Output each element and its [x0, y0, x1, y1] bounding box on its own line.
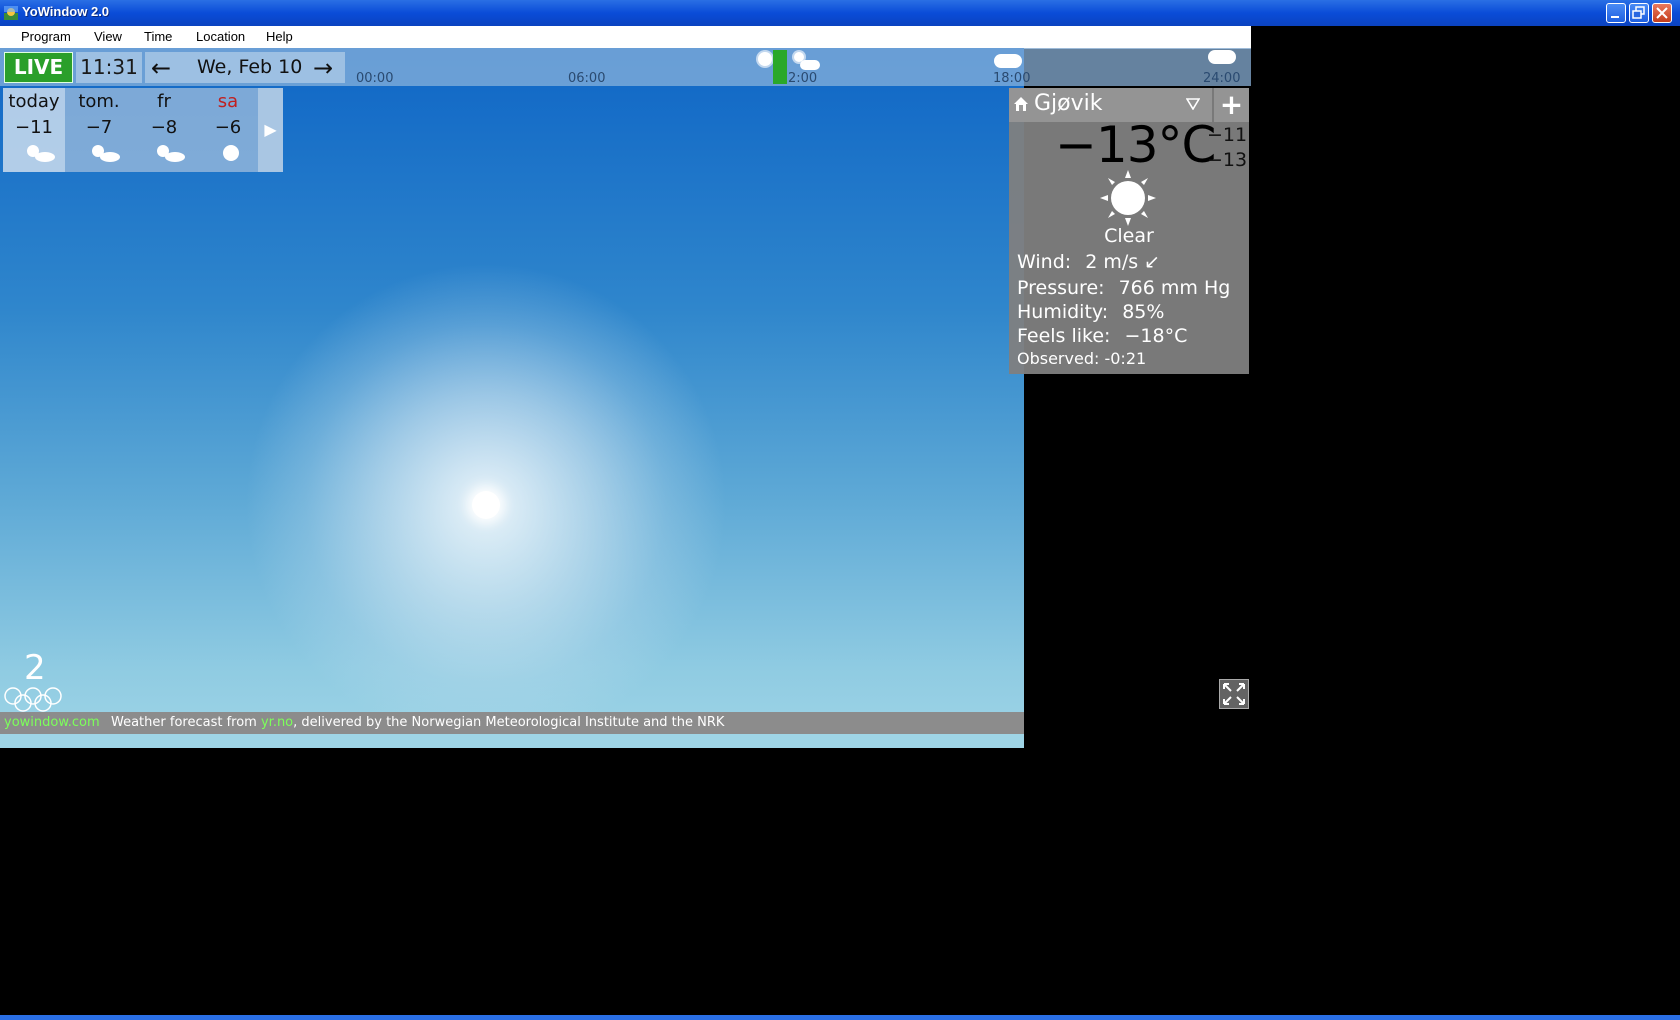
forecast-day-name: sa: [217, 91, 239, 112]
wind-label: Wind:: [1017, 251, 1072, 273]
menu-program[interactable]: Program: [21, 29, 71, 44]
humidity-label: Humidity:: [1017, 301, 1109, 323]
fullscreen-button[interactable]: [1219, 679, 1249, 709]
taskbar-edge: [0, 1015, 1680, 1020]
restore-icon: [1632, 6, 1645, 19]
window-title: YoWindow 2.0: [22, 4, 110, 19]
menu-location[interactable]: Location: [196, 29, 245, 44]
prev-day-arrow-icon[interactable]: ←: [151, 54, 171, 82]
sun-icon: [472, 491, 500, 519]
close-icon: [1656, 7, 1668, 19]
chevron-down-icon[interactable]: [1186, 98, 1200, 110]
wind-row: Wind: 2 m/s ↙: [1017, 251, 1160, 273]
minimize-button[interactable]: [1606, 3, 1626, 23]
menu-time[interactable]: Time: [144, 29, 172, 44]
timeline-tick: 18:00: [993, 71, 1031, 86]
date-label: We, Feb 10: [197, 56, 303, 78]
timeline-tick: 06:00: [568, 71, 606, 86]
restore-button[interactable]: [1629, 3, 1649, 23]
minimize-icon: [1611, 16, 1619, 18]
sun-cloud-icon: [157, 145, 185, 162]
olympic-badge[interactable]: 2: [2, 648, 64, 712]
weather-condition: Clear: [1104, 225, 1154, 247]
humidity-row: Humidity: 85%: [1017, 301, 1164, 323]
forecast-day-today[interactable]: today −11: [3, 88, 65, 172]
forecast-day-name: today: [8, 91, 60, 112]
forecast-day-temp: −11: [15, 117, 53, 138]
forecast-day-temp: −6: [214, 117, 242, 138]
footer-strip: [0, 734, 1024, 748]
forecast-next-button[interactable]: ▶: [258, 88, 283, 172]
forecast-day-saturday[interactable]: sa −6: [197, 88, 259, 172]
timeline-cloud-icon: [800, 60, 820, 70]
timeline-tick: 2:00: [788, 71, 818, 86]
current-temperature: −13°C: [1055, 116, 1216, 174]
forecast-day-temp: −7: [85, 117, 113, 138]
timeline-tick: 00:00: [356, 71, 394, 86]
live-button[interactable]: LIVE: [4, 52, 73, 83]
home-icon: [1014, 97, 1028, 111]
forecast-day-name: fr: [157, 91, 171, 112]
forecast-day-name: tom.: [78, 91, 120, 112]
footer-prefix: Weather forecast from: [111, 715, 261, 730]
next-day-arrow-icon[interactable]: →: [313, 54, 333, 82]
sun-cloud-icon: [92, 145, 120, 162]
pressure-value: 766 mm Hg: [1118, 277, 1231, 299]
sun-cloud-icon: [27, 145, 55, 162]
feels-like-value: −18°C: [1124, 325, 1188, 347]
close-button[interactable]: [1652, 3, 1672, 23]
menu-bar: Program View Time Location Help: [0, 26, 1251, 49]
timeline-cursor[interactable]: [773, 50, 787, 84]
low-temperature: −13: [1207, 149, 1248, 171]
pressure-row: Pressure: 766 mm Hg: [1017, 277, 1230, 299]
feels-like-label: Feels like:: [1017, 325, 1111, 347]
wind-value: 2 m/s ↙: [1085, 251, 1161, 273]
window-title-bar: YoWindow 2.0: [0, 0, 1680, 26]
current-time: 11:31: [76, 52, 142, 83]
olympic-number: 2: [24, 648, 46, 688]
menu-view[interactable]: View: [94, 29, 122, 44]
olympic-rings-icon: [4, 687, 62, 712]
yowindow-link[interactable]: yowindow.com: [4, 715, 100, 730]
observed-label: Observed:: [1017, 349, 1100, 368]
humidity-value: 85%: [1122, 301, 1165, 323]
timeline-tick: 24:00: [1203, 71, 1241, 86]
timeline-cloud-icon: [994, 54, 1022, 68]
sun-icon: [1100, 170, 1156, 226]
observed-value: -0:21: [1104, 349, 1147, 368]
observed-row: Observed: -0:21: [1017, 349, 1146, 368]
sun-icon: [223, 145, 239, 161]
footer-bar: yowindow.com Weather forecast from yr.no…: [0, 712, 1024, 734]
pressure-label: Pressure:: [1017, 277, 1105, 299]
feels-like-row: Feels like: −18°C: [1017, 325, 1187, 347]
forecast-day-tomorrow[interactable]: tom. −7: [68, 88, 130, 172]
high-temperature: −11: [1207, 124, 1248, 146]
expand-icon: [1223, 683, 1245, 705]
yr-link[interactable]: yr.no: [261, 715, 293, 730]
footer-credit: Weather forecast from yr.no, delivered b…: [111, 715, 724, 730]
forecast-strip: today −11 tom. −7 fr −8 sa −6: [3, 88, 283, 172]
forecast-day-temp: −8: [150, 117, 178, 138]
forecast-day-friday[interactable]: fr −8: [133, 88, 195, 172]
timeline-snow-cloud-icon: [1208, 50, 1236, 64]
timeline-sun-icon: [758, 52, 772, 66]
location-name[interactable]: Gjøvik: [1034, 91, 1103, 116]
add-location-button[interactable]: +: [1214, 88, 1249, 122]
footer-suffix: , delivered by the Norwegian Meteorologi…: [293, 715, 725, 730]
menu-help[interactable]: Help: [266, 29, 293, 44]
app-icon: [4, 6, 18, 20]
